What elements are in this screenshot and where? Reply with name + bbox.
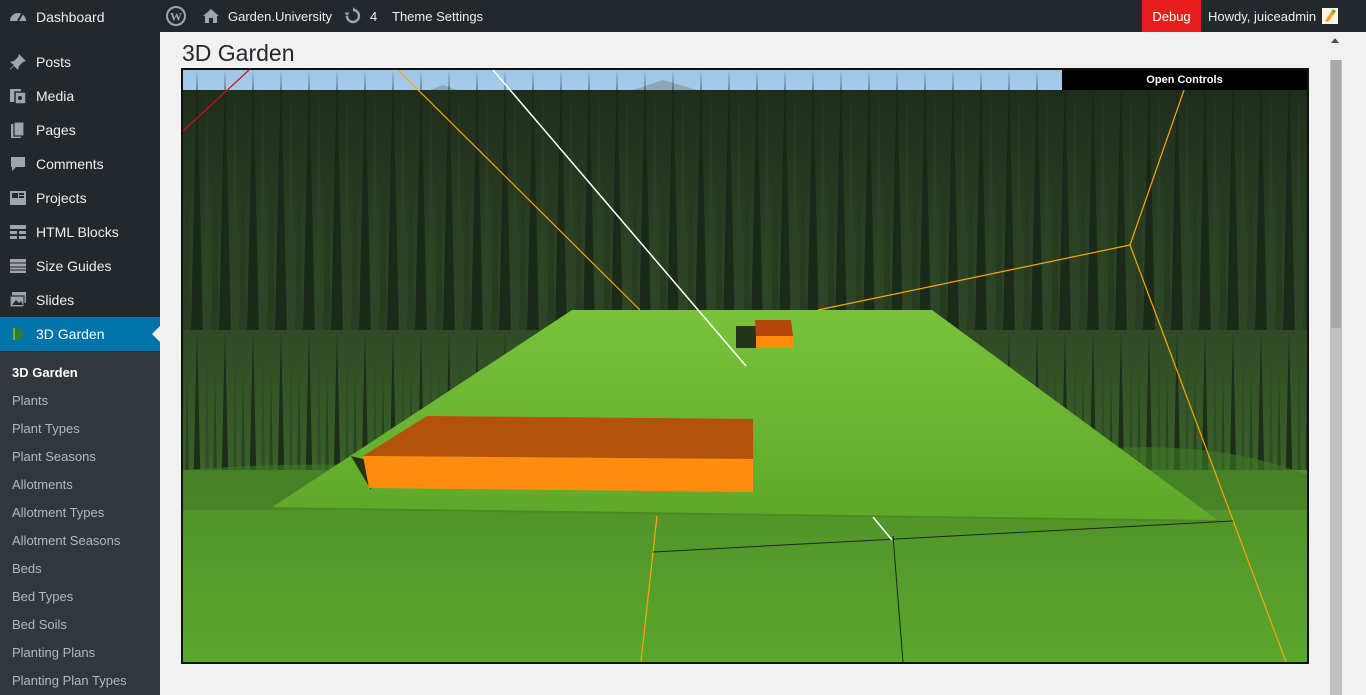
page-scrollbar[interactable] — [1326, 32, 1346, 695]
submenu-item-plant-seasons[interactable]: Plant Seasons — [12, 447, 96, 465]
sidebar-item-label: 3D Garden — [36, 326, 105, 342]
submenu-item-planting-plans[interactable]: Planting Plans — [12, 643, 95, 661]
submenu-item-3d-garden[interactable]: 3D Garden — [12, 363, 78, 381]
sidebar-item-label: Media — [36, 88, 75, 104]
submenu-3d-garden: 3D Garden Plants Plant Types Plant Seaso… — [0, 352, 160, 695]
scroll-up-arrow-icon[interactable] — [1331, 38, 1339, 43]
updates-count: 4 — [370, 8, 378, 24]
3d-garden-viewport[interactable]: Open Controls — [181, 68, 1309, 664]
updates-icon — [344, 7, 362, 25]
sidebar-item-comments[interactable]: Comments — [0, 147, 160, 181]
page-title: 3D Garden — [182, 40, 295, 66]
blocks-icon — [9, 223, 27, 241]
sidebar-item-slides[interactable]: Slides — [0, 283, 160, 317]
howdy-text: Howdy, juiceadmin — [1208, 8, 1317, 24]
wordpress-logo-icon[interactable]: W — [166, 0, 190, 32]
slides-icon — [9, 291, 27, 309]
submenu-item-planting-plan-types[interactable]: Planting Plan Types — [12, 671, 127, 689]
submenu-item-allotments[interactable]: Allotments — [12, 475, 73, 493]
svg-text:W: W — [170, 10, 182, 24]
sidebar-item-label: Projects — [36, 190, 87, 206]
sidebar-item-pages[interactable]: Pages — [0, 113, 160, 147]
home-icon — [202, 8, 220, 24]
sidebar-item-label: HTML Blocks — [36, 224, 119, 240]
debug-button[interactable]: Debug — [1142, 0, 1201, 32]
media-icon — [9, 87, 27, 105]
submenu-item-allotment-types[interactable]: Allotment Types — [12, 503, 104, 521]
portfolio-icon — [9, 189, 27, 207]
site-name-link[interactable]: Garden.University — [202, 0, 332, 32]
scrollbar-thumb[interactable] — [1331, 60, 1341, 328]
sidebar-item-posts[interactable]: Posts — [0, 45, 160, 79]
open-controls-button[interactable]: Open Controls — [1062, 70, 1307, 90]
pages-icon — [9, 121, 27, 139]
submenu-item-plants[interactable]: Plants — [12, 391, 48, 409]
submenu-item-bed-types[interactable]: Bed Types — [12, 587, 73, 605]
comment-icon — [9, 155, 27, 173]
pin-icon — [9, 53, 27, 71]
sidebar-item-3d-garden[interactable]: 3D Garden — [0, 317, 160, 351]
garden-scene[interactable] — [183, 70, 1307, 662]
sidebar-item-html-blocks[interactable]: HTML Blocks — [0, 215, 160, 249]
sidebar-item-label: Dashboard — [36, 9, 105, 25]
theme-settings-link[interactable]: Theme Settings — [392, 0, 483, 32]
sidebar-item-label: Pages — [36, 122, 76, 138]
sidebar-item-size-guides[interactable]: Size Guides — [0, 249, 160, 283]
admin-bar: W Garden.University 4 Theme Settings Deb… — [0, 0, 1366, 32]
window-edge — [1346, 32, 1366, 695]
sidebar-item-media[interactable]: Media — [0, 79, 160, 113]
submenu-item-bed-soils[interactable]: Bed Soils — [12, 615, 67, 633]
submenu-item-beds[interactable]: Beds — [12, 559, 42, 577]
submenu-item-plant-types[interactable]: Plant Types — [12, 419, 80, 437]
table-icon — [9, 257, 27, 275]
avatar — [1322, 8, 1339, 24]
sidebar-item-projects[interactable]: Projects — [0, 181, 160, 215]
account-menu[interactable]: Howdy, juiceadmin — [1208, 0, 1339, 32]
site-name: Garden.University — [228, 8, 333, 24]
sidebar-item-label: Comments — [36, 156, 104, 172]
submenu-item-allotment-seasons[interactable]: Allotment Seasons — [12, 531, 120, 549]
sidebar-item-label: Size Guides — [36, 258, 112, 274]
garden-icon — [9, 325, 27, 343]
updates-link[interactable]: 4 — [344, 0, 377, 32]
scrollbar-track[interactable] — [1330, 60, 1342, 695]
sidebar-item-label: Posts — [36, 54, 72, 70]
sidebar-item-label: Slides — [36, 292, 75, 308]
sidebar-item-dashboard[interactable]: Dashboard — [0, 0, 160, 34]
dashboard-icon — [9, 8, 27, 26]
